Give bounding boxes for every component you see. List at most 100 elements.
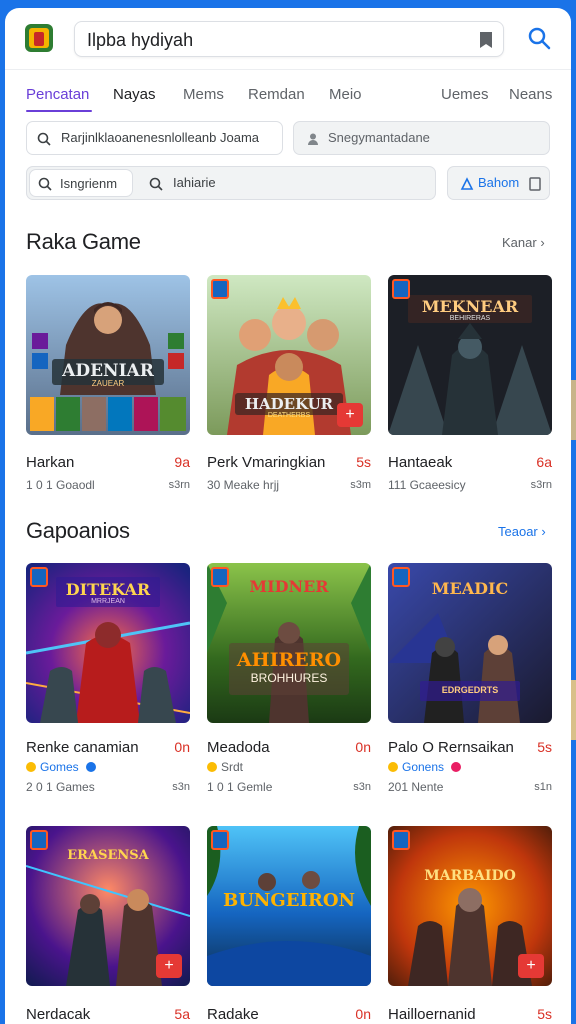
search-icon[interactable] (525, 24, 553, 52)
game-name: Meadoda (207, 739, 270, 756)
section-title: Gapoanios (26, 518, 130, 543)
cover-title-text: AHIRERO (236, 649, 342, 671)
app-badge-icon (30, 830, 48, 850)
game-cover-image[interactable]: ERASENSA + (26, 826, 190, 986)
game-name: Renke canamian (26, 739, 139, 756)
add-button[interactable]: + (518, 954, 544, 978)
filter-label: Rarjinlklaoanenesnlolleanb Joama (61, 130, 260, 145)
cover-top-text: MIDNER (249, 577, 329, 596)
game-size: s3n (172, 781, 190, 793)
game-tag: Gomes (26, 760, 100, 774)
section-title: Raka Game (26, 229, 141, 254)
category-tabs: Pencatan Nayas Mems Remdan Meio Uemes Ne… (5, 82, 571, 112)
tab-neans[interactable]: Neans (509, 86, 552, 103)
filter-chip-label[interactable]: Iahiarie (173, 175, 216, 190)
game-rating: 6a (536, 454, 552, 470)
tab-remdan[interactable]: Remdan (248, 86, 305, 103)
search-input[interactable]: Ilpba hydiyah (74, 21, 504, 57)
game-name: Nerdacak (26, 1006, 91, 1023)
cover-subtitle-text: BROHHURES (250, 671, 328, 685)
game-meta: 2 0 1 Games (26, 780, 95, 794)
search-icon (38, 177, 52, 191)
tab-meio[interactable]: Meio (329, 86, 362, 103)
add-button[interactable]: + (156, 954, 182, 978)
cover-title-text: DITEKAR (65, 580, 151, 599)
search-query: Ilpba hydiyah (87, 30, 194, 50)
cover-subtitle-text: BEHIRERAS (449, 315, 491, 322)
game-tag: Gonens (388, 760, 465, 774)
cover-title-text: ERASENSA (67, 848, 149, 863)
filter-label: Snegymantadane (328, 130, 430, 145)
edge-decoration (571, 580, 576, 583)
game-size: s3rn (168, 479, 190, 491)
game-rating: 5a (174, 1006, 190, 1022)
game-cover-image[interactable]: MARBAIDO + (388, 826, 552, 986)
cover-title-text: MEADIC (431, 579, 509, 598)
game-rating: 9a (174, 454, 190, 470)
tab-mems[interactable]: Mems (183, 86, 224, 103)
app-badge-icon (392, 279, 410, 299)
user-icon (308, 133, 318, 145)
game-rating: 0n (355, 1006, 371, 1022)
app-screen: Ilpba hydiyah Pencatan Nayas Mems Remdan… (5, 8, 571, 1024)
active-tab-indicator (26, 110, 92, 112)
game-cover-image[interactable]: BUNGEIRON (207, 826, 371, 986)
game-name: Perk Vmaringkian (207, 454, 326, 471)
filter-row-2: Isngrienm Iahiarie (26, 166, 436, 200)
game-name: Hailloernanid (388, 1006, 476, 1023)
game-name: Harkan (26, 454, 75, 471)
game-size: s3rn (530, 479, 552, 491)
section-more-link[interactable]: Teaoar › (498, 524, 546, 539)
bookmark-icon[interactable] (479, 31, 493, 49)
game-name: Palo O Rernsaikan (388, 739, 514, 756)
tab-nayas[interactable]: Nayas (113, 86, 156, 103)
cover-title-text: ADENIAR (62, 361, 154, 381)
filter-action-label: Bahom (478, 175, 520, 190)
search-icon (149, 177, 163, 191)
game-meta: 1 0 1 Gemle (207, 780, 273, 794)
game-meta: 1 0 1 Goaodl (26, 478, 95, 492)
cover-subtitle-text: EDRGEDRTS (441, 685, 499, 695)
game-size: s1n (534, 781, 552, 793)
game-rating: 0n (355, 739, 371, 755)
edge-decoration (571, 680, 576, 740)
game-name: Hantaeak (388, 454, 453, 471)
game-cover-image[interactable]: MEADIC EDRGEDRTS (388, 563, 552, 723)
cover-subtitle-text: MRRJEAN (91, 598, 125, 605)
game-size: s3m (350, 479, 371, 491)
tab-uemes[interactable]: Uemes (441, 86, 489, 103)
bookmark-icon (529, 177, 541, 191)
app-badge-icon (392, 830, 410, 850)
filter-action-button[interactable]: Bahom (447, 166, 550, 200)
section-more-link[interactable]: Kanar › (502, 235, 545, 250)
cover-title-text: MEKNEAR (421, 297, 519, 316)
game-rating: 0n (174, 739, 190, 755)
game-name: Radake (207, 1006, 259, 1023)
filter-search-left[interactable]: Rarjinlklaoanenesnlolleanb Joama (26, 121, 283, 155)
top-bar: Ilpba hydiyah (5, 8, 571, 70)
game-cover-image[interactable]: MEKNEAR BEHIRERAS (388, 275, 552, 435)
game-rating: 5s (537, 1006, 552, 1022)
game-meta: 111 Gcaeesicy (388, 478, 466, 492)
game-cover-image[interactable]: DITEKAR MRRJEAN (26, 563, 190, 723)
game-cover-image[interactable]: MIDNER AHIRERO BROHHURES (207, 563, 371, 723)
cover-title-text: BUNGEIRON (223, 890, 355, 911)
game-meta: 30 Meake hrjj (207, 478, 280, 492)
game-controller-logo-icon[interactable] (25, 24, 53, 52)
game-size: s3n (353, 781, 371, 793)
cover-title-text: MARBAIDO (424, 868, 516, 884)
app-badge-icon (211, 830, 229, 850)
game-cover-image[interactable]: HADEKUR DEATHERBS + (207, 275, 371, 435)
tab-pencatan[interactable]: Pencatan (26, 86, 89, 103)
edge-decoration (571, 380, 576, 440)
filter-user[interactable]: Snegymantadane (293, 121, 550, 155)
game-cover-image[interactable]: ADENIAR ZAUEAR (26, 275, 190, 435)
filter-chip-label: Isngrienm (60, 176, 118, 191)
search-icon (37, 132, 51, 146)
game-meta: 201 Nente (388, 780, 444, 794)
game-rating: 5s (356, 454, 371, 470)
add-button[interactable]: + (337, 403, 363, 427)
game-tag: Srdt (207, 760, 243, 774)
app-badge-icon (211, 279, 229, 299)
filter-chip-a[interactable]: Isngrienm (29, 169, 133, 197)
